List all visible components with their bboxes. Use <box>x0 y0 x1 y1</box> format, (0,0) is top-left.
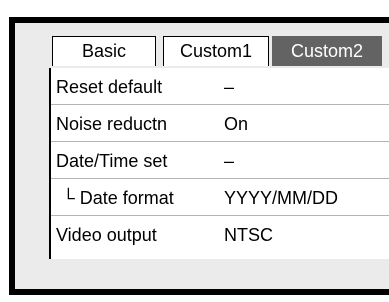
setting-value: YYYY/MM/DD <box>224 188 339 208</box>
setting-label: Date/Time set <box>56 151 168 171</box>
setting-label: └ Date format <box>62 188 174 208</box>
setting-row-video-output[interactable]: Video output NTSC <box>51 220 389 253</box>
setting-value: On <box>224 114 249 134</box>
settings-panel: Reset default – Noise reductn On Date/Ti… <box>49 68 389 259</box>
setting-row-date-time-set[interactable]: Date/Time set – <box>51 146 389 179</box>
tab-custom2[interactable]: Custom2 <box>272 36 382 66</box>
setting-row-date-format[interactable]: └ Date format YYYY/MM/DD <box>51 183 389 216</box>
menu-screen: Basic Custom1 Custom2 Reset default – No… <box>15 23 389 289</box>
setting-label: Noise reductn <box>56 114 168 134</box>
setting-row-reset-default[interactable]: Reset default – <box>51 72 389 105</box>
setting-row-noise-reduction[interactable]: Noise reductn On <box>51 109 389 142</box>
camera-screen-frame: Basic Custom1 Custom2 Reset default – No… <box>9 17 389 295</box>
setting-value: – <box>224 77 235 97</box>
setting-label: Video output <box>56 225 157 245</box>
setting-value: NTSC <box>224 225 273 245</box>
tab-custom1[interactable]: Custom1 <box>163 36 269 66</box>
setting-value: – <box>224 151 235 171</box>
setting-label: Reset default <box>56 77 163 97</box>
tab-basic[interactable]: Basic <box>52 36 156 66</box>
